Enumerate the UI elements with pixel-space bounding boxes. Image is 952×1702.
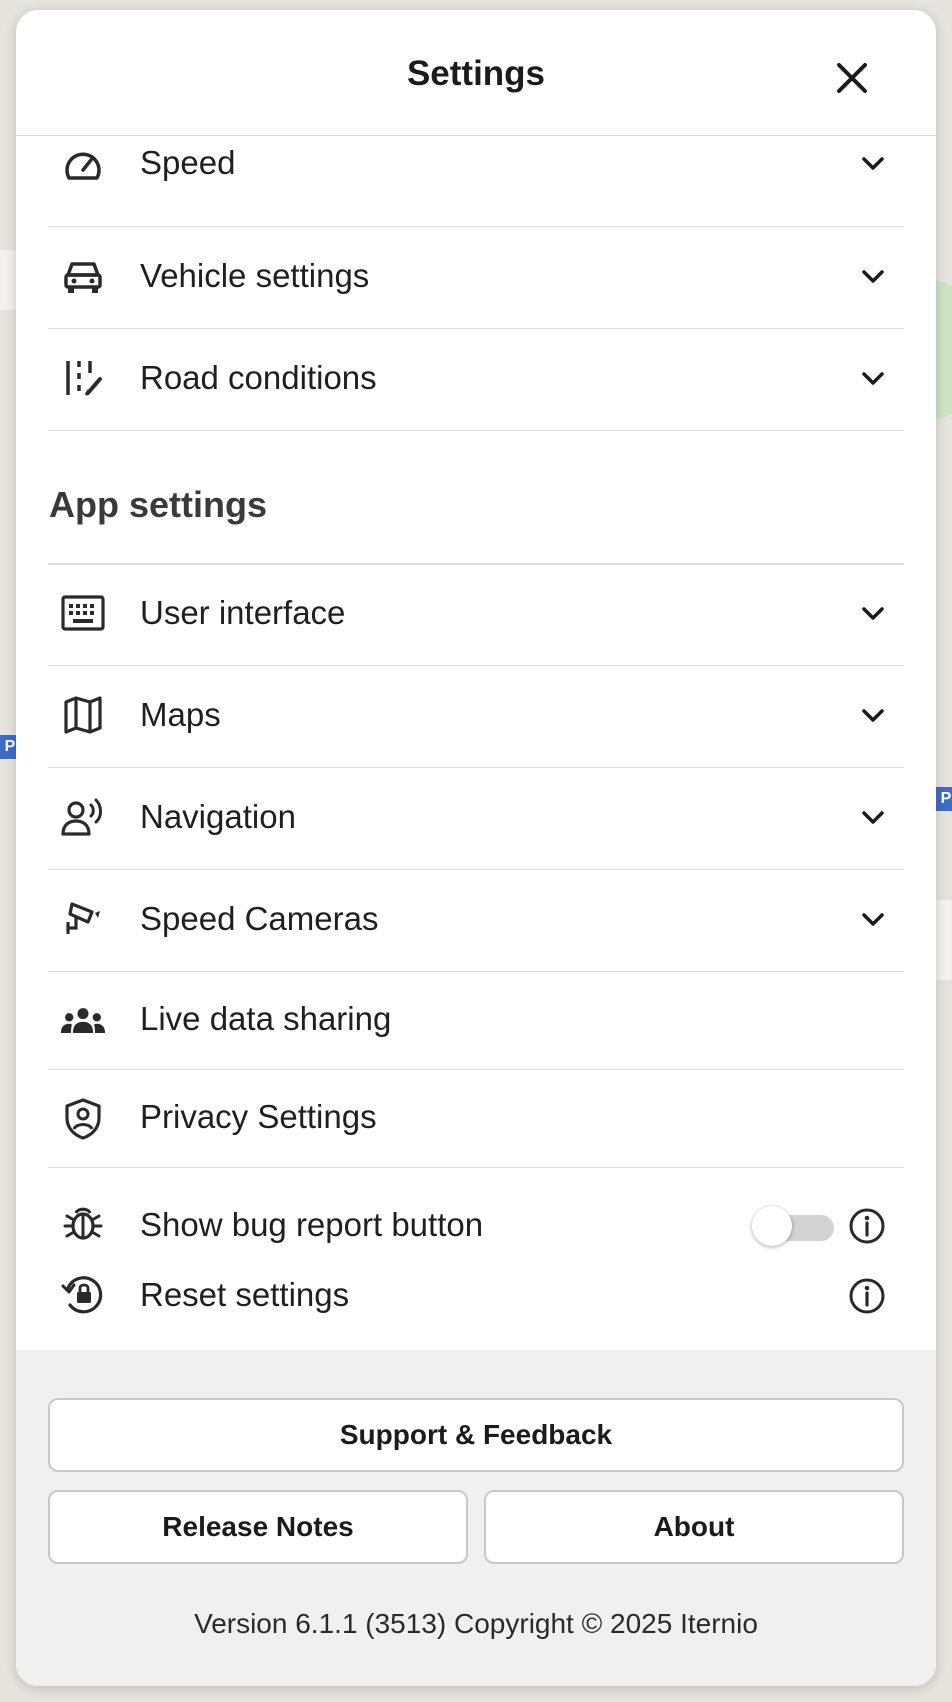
settings-item-label: Navigation (140, 798, 296, 835)
modal-header: Settings (16, 10, 936, 136)
settings-item-label: Maps (140, 696, 221, 733)
bug-report-label: Show bug report button (140, 1206, 484, 1243)
settings-item-label: Speed Cameras (140, 900, 379, 937)
chevron-down-icon (862, 811, 884, 824)
about-button[interactable]: About (484, 1490, 904, 1564)
speedometer-icon (60, 144, 106, 190)
close-icon[interactable] (834, 60, 870, 96)
settings-item-label: Speed (140, 144, 236, 181)
settings-item-live-data-sharing[interactable]: Live data sharing (48, 972, 904, 1070)
chevron-down-icon (862, 709, 884, 722)
settings-item-bug-report: Show bug report button (48, 1196, 904, 1256)
chevron-down-icon (862, 157, 884, 170)
settings-item-label: Vehicle settings (140, 257, 370, 294)
settings-item-vehicle[interactable]: Vehicle settings (48, 227, 904, 329)
settings-item-user-interface[interactable]: User interface (48, 564, 904, 666)
version-text: Version 6.1.1 (3513) Copyright © 2025 It… (194, 1608, 758, 1639)
settings-item-maps[interactable]: Maps (48, 666, 904, 768)
settings-item-speed-cameras[interactable]: Speed Cameras (48, 870, 904, 972)
settings-item-reset[interactable]: Reset settings (48, 1264, 904, 1324)
settings-item-label: Live data sharing (140, 1000, 392, 1037)
settings-item-label: Road conditions (140, 359, 377, 396)
map-icon (60, 692, 106, 738)
settings-item-privacy[interactable]: Privacy Settings (48, 1070, 904, 1168)
reset-settings-label: Reset settings (140, 1276, 350, 1313)
settings-item-speed[interactable]: Speed (48, 136, 904, 227)
settings-item-road-conditions[interactable]: Road conditions (48, 329, 904, 431)
settings-modal: Settings Speed Vehicle settings Road con… (16, 10, 936, 1686)
privacy-shield-icon (60, 1096, 106, 1142)
speed-camera-icon (60, 896, 106, 942)
bug-report-toggle[interactable] (752, 1206, 834, 1246)
chevron-down-icon (862, 913, 884, 926)
settings-list[interactable]: Speed Vehicle settings Road conditions A… (16, 136, 936, 1360)
settings-item-label: User interface (140, 594, 346, 631)
info-icon[interactable] (848, 1207, 886, 1245)
page-title: Settings (406, 54, 546, 93)
people-group-icon (60, 998, 106, 1044)
chevron-down-icon (862, 270, 884, 283)
voice-navigation-icon (60, 794, 106, 840)
car-icon (60, 253, 106, 299)
chevron-down-icon (862, 607, 884, 620)
section-title-app-settings: App settings (49, 484, 268, 525)
support-feedback-button[interactable]: Support & Feedback (48, 1398, 904, 1472)
reset-lock-icon (60, 1272, 106, 1321)
chevron-down-icon (862, 372, 884, 385)
settings-item-navigation[interactable]: Navigation (48, 768, 904, 870)
settings-item-label: Privacy Settings (140, 1098, 377, 1135)
road-conditions-icon (60, 355, 106, 401)
bug-icon (62, 1202, 104, 1249)
toggle-knob (752, 1206, 792, 1246)
release-notes-button[interactable]: Release Notes (48, 1490, 468, 1564)
modal-footer: Support & Feedback Release Notes About V… (16, 1350, 936, 1686)
info-icon[interactable] (848, 1277, 886, 1315)
keyboard-icon (60, 590, 106, 636)
